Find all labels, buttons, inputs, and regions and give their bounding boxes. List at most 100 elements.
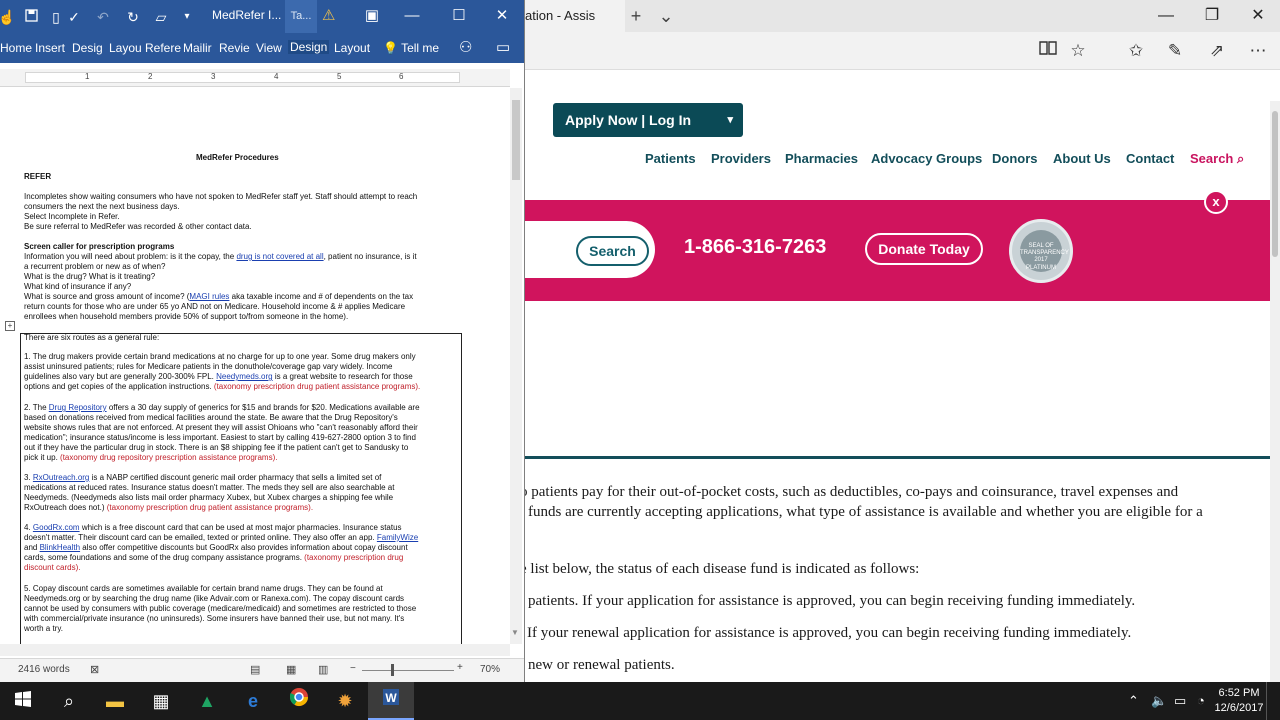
- favorites-hub-icon[interactable]: ✩: [1124, 40, 1148, 62]
- doc-link[interactable]: FamilyWize: [377, 533, 418, 542]
- phone-number[interactable]: 1-866-316-7263: [684, 236, 826, 259]
- proofing-icon[interactable]: ⊠: [90, 663, 99, 676]
- chrome-icon[interactable]: [276, 682, 322, 720]
- doc-link[interactable]: drug is not covered at all: [236, 252, 323, 261]
- undo-icon[interactable]: ↶: [92, 7, 114, 27]
- reading-view-icon[interactable]: [1036, 40, 1060, 62]
- show-desktop-button[interactable]: [1266, 682, 1280, 720]
- doc-link[interactable]: BlinkHealth: [40, 543, 80, 552]
- redo-icon[interactable]: ↻: [122, 7, 144, 27]
- nav-donors[interactable]: Donors: [992, 151, 1038, 169]
- ribbon-display-options-icon[interactable]: ▣: [357, 6, 387, 26]
- search-icon[interactable]: ⌕: [46, 682, 92, 720]
- app-icon[interactable]: ✹: [322, 682, 368, 720]
- share-person-icon[interactable]: ⚇: [459, 38, 472, 56]
- zoom-percent[interactable]: 70%: [480, 664, 500, 675]
- calculator-icon[interactable]: ▦: [138, 682, 184, 720]
- tab-view[interactable]: View: [256, 41, 282, 55]
- horizontal-ruler[interactable]: 1 2 3 4 5 6: [0, 69, 510, 87]
- tab-table-design[interactable]: Design: [288, 40, 330, 54]
- doc-line: guidelines also vary but are generally 2…: [24, 372, 413, 382]
- document-scrollbar-thumb[interactable]: [512, 100, 520, 180]
- table-move-handle-icon[interactable]: +: [5, 321, 15, 331]
- doc-taxonomy: discount cards).: [24, 563, 81, 572]
- page-scrollbar[interactable]: [1270, 101, 1280, 682]
- word-close-button[interactable]: ✕: [487, 6, 517, 26]
- apply-login-button[interactable]: Apply Now | Log In ▾: [553, 103, 743, 137]
- zoom-out-icon[interactable]: −: [350, 663, 356, 674]
- search-button[interactable]: Search: [576, 236, 649, 266]
- doc-link[interactable]: GoodRx.com: [33, 523, 80, 532]
- read-mode-icon[interactable]: ▤: [250, 663, 260, 676]
- doc-text: guidelines also vary but are generally 2…: [24, 372, 214, 381]
- word-icon[interactable]: W: [368, 682, 414, 720]
- edge-icon[interactable]: e: [230, 682, 276, 720]
- nav-providers[interactable]: Providers: [711, 151, 771, 169]
- doc-line: out if they have the particular drug in …: [24, 443, 409, 452]
- zoom-slider[interactable]: [362, 670, 454, 671]
- word-minimize-button[interactable]: —: [397, 6, 427, 26]
- doc-link[interactable]: Drug Repository: [49, 403, 107, 412]
- word-titlebar: ☝ ▯ ✓ ↶ ↻ ▱ ▾ MedRefer I... Ta... ⚠ ▣ — …: [0, 0, 524, 33]
- horizontal-scrollbar[interactable]: [0, 644, 510, 656]
- doc-link[interactable]: Needymeds.org: [216, 372, 272, 381]
- nav-about-us[interactable]: About Us: [1053, 151, 1111, 169]
- file-explorer-icon[interactable]: ▬: [92, 682, 138, 720]
- spelling-icon[interactable]: ✓: [63, 7, 85, 27]
- network-icon[interactable]: ◔: [1197, 682, 1205, 720]
- browser-minimize-button[interactable]: —: [1143, 0, 1189, 32]
- favorite-star-icon[interactable]: ☆: [1066, 40, 1090, 62]
- save-icon[interactable]: [20, 7, 42, 27]
- touch-mode-icon[interactable]: ☝: [0, 7, 18, 27]
- tab-list-icon[interactable]: ⌄: [651, 4, 681, 28]
- nav-search[interactable]: Search ⌕: [1190, 151, 1244, 169]
- page-scrollbar-thumb[interactable]: [1272, 111, 1278, 257]
- warning-icon[interactable]: ⚠: [322, 6, 335, 24]
- nav-pharmacies[interactable]: Pharmacies: [785, 151, 858, 169]
- power-icon[interactable]: ▭: [1174, 682, 1186, 720]
- tab-home[interactable]: Home: [0, 41, 32, 55]
- google-drive-icon[interactable]: ▲: [184, 682, 230, 720]
- nav-advocacy-groups[interactable]: Advocacy Groups: [871, 151, 982, 169]
- document-scrollbar[interactable]: [510, 88, 522, 644]
- pen-notes-icon[interactable]: ✎: [1163, 40, 1187, 62]
- comments-icon[interactable]: ▭: [496, 38, 510, 56]
- doc-link[interactable]: RxOutreach.org: [33, 473, 89, 482]
- doc-text: which is a free discount card that can b…: [81, 523, 402, 532]
- nav-patients[interactable]: Patients: [645, 151, 696, 169]
- tab-references[interactable]: Refere: [145, 41, 181, 55]
- tab-design[interactable]: Desig: [72, 41, 103, 55]
- print-layout-icon[interactable]: ▦: [286, 663, 296, 676]
- zoom-slider-thumb[interactable]: [391, 664, 394, 676]
- volume-icon[interactable]: 🔈: [1151, 682, 1167, 720]
- nav-contact[interactable]: Contact: [1126, 151, 1174, 169]
- word-count[interactable]: 2416 words: [18, 664, 70, 675]
- open-icon[interactable]: ▱: [150, 7, 172, 27]
- doc-link[interactable]: MAGI rules: [189, 292, 229, 301]
- doc-text: is a great website to research for those: [272, 372, 413, 381]
- browser-close-button[interactable]: ✕: [1235, 0, 1280, 32]
- system-clock[interactable]: 6:52 PM 12/6/2017: [1214, 686, 1264, 716]
- donate-button[interactable]: Donate Today: [865, 233, 983, 265]
- customize-qat-icon[interactable]: ▾: [176, 7, 198, 27]
- word-maximize-button[interactable]: ☐: [444, 6, 474, 26]
- tab-review[interactable]: Revie: [219, 41, 250, 55]
- web-layout-icon[interactable]: ▥: [318, 663, 328, 676]
- tab-insert[interactable]: Insert: [35, 41, 65, 55]
- browser-tab-active[interactable]: ation - Assis: [525, 0, 625, 32]
- close-banner-icon[interactable]: x: [1204, 190, 1228, 214]
- zoom-in-icon[interactable]: +: [457, 662, 463, 673]
- tab-table-layout[interactable]: Layout: [334, 41, 370, 55]
- more-icon[interactable]: ⋯: [1246, 40, 1270, 62]
- start-icon[interactable]: [0, 682, 46, 720]
- doc-line: What kind of insurance if any?: [24, 282, 132, 291]
- share-icon[interactable]: ⇗: [1205, 40, 1229, 62]
- browser-restore-button[interactable]: ❐: [1189, 0, 1235, 32]
- tab-layout[interactable]: Layou: [109, 41, 142, 55]
- tell-me-box[interactable]: 💡 Tell me: [383, 41, 439, 55]
- show-hidden-icons-icon[interactable]: ⌃: [1128, 682, 1139, 720]
- document-page[interactable]: MedRefer Procedures REFER Incompletes sh…: [0, 88, 510, 644]
- scroll-down-icon[interactable]: ▼: [511, 628, 519, 637]
- tab-mailings[interactable]: Mailir: [183, 41, 212, 55]
- new-tab-icon[interactable]: +: [621, 4, 651, 28]
